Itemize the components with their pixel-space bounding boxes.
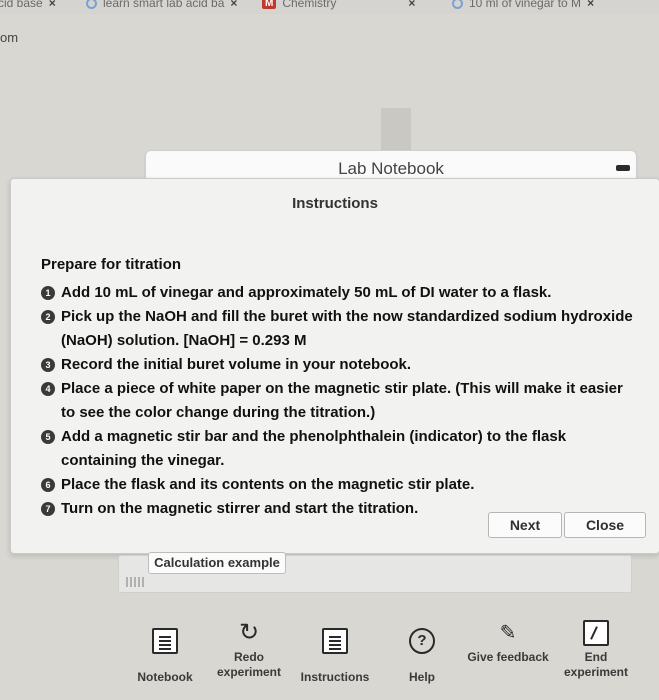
step-number-icon: 4 [41, 382, 55, 396]
close-icon[interactable]: × [49, 0, 56, 10]
tab-label: Chemistry [282, 0, 337, 10]
instructions-dialog: Instructions Prepare for titration 1 Add … [10, 178, 659, 554]
notebook-label: Notebook [137, 670, 193, 684]
step-text: Add 10 mL of vinegar and approximately 5… [61, 284, 552, 301]
step-text: Record the initial buret volume in your … [61, 356, 412, 373]
instructions-icon [322, 628, 348, 654]
notebook-button[interactable]: Notebook [120, 620, 210, 685]
google-icon [86, 0, 97, 9]
step-number-icon: 6 [41, 478, 55, 492]
lab-notebook-title: Lab Notebook [338, 159, 444, 178]
instruction-steps: 1 Add 10 mL of vinegar and approximately … [41, 281, 641, 521]
step-text: Pick up the NaOH and fill the buret with… [61, 308, 633, 349]
minimize-icon[interactable] [616, 165, 630, 171]
feedback-icon: ✎ [499, 622, 517, 644]
mcgraw-hill-icon: M [262, 0, 277, 9]
step-item: 1 Add 10 mL of vinegar and approximately … [41, 281, 641, 305]
close-icon[interactable]: × [230, 0, 237, 10]
end-experiment-button[interactable]: End experiment [552, 612, 640, 680]
browser-tab[interactable]: 10 ml of vinegar to M × [452, 0, 594, 12]
step-item: 3 Record the initial buret volume in your… [41, 353, 641, 377]
browser-tab[interactable]: learn smart lab acid ba × [86, 0, 237, 12]
step-number-icon: 1 [41, 286, 55, 300]
browser-tab[interactable]: M Chemistry × [262, 0, 415, 12]
give-feedback-button[interactable]: ✎ Give feedback [464, 612, 552, 665]
help-icon: ? [409, 628, 435, 654]
resize-handle[interactable] [126, 577, 144, 587]
step-item: 4 Place a piece of white paper on the mag… [41, 377, 641, 425]
step-text: Place the flask and its contents on the … [61, 476, 475, 493]
end-experiment-label: End experiment [563, 650, 629, 679]
step-item: 2 Pick up the NaOH and fill the buret wit… [41, 305, 641, 353]
address-bar-fragment[interactable]: om [0, 30, 18, 45]
browser-tab-bar: cid base × learn smart lab acid ba × M C… [0, 0, 659, 14]
section-heading: Prepare for titration [41, 256, 182, 273]
instructions-button[interactable]: Instructions [290, 620, 380, 685]
notebook-icon [152, 628, 178, 654]
dialog-title: Instructions [292, 195, 378, 212]
help-label: Help [408, 670, 435, 684]
redo-experiment-button[interactable]: ↻ Redo experiment [205, 612, 293, 680]
step-text: Turn on the magnetic stirrer and start t… [61, 500, 419, 517]
step-number-icon: 3 [41, 358, 55, 372]
step-text: Add a magnetic stir bar and the phenolph… [61, 428, 567, 469]
step-item: 6 Place the flask and its contents on the… [41, 473, 641, 497]
step-number-icon: 2 [41, 310, 55, 324]
bottom-toolbar: Notebook ↻ Redo experiment Instructions … [130, 612, 650, 692]
step-item: 7 Turn on the magnetic stirrer and start … [41, 497, 481, 521]
close-icon[interactable]: × [408, 0, 415, 10]
google-icon [452, 0, 463, 9]
tab-label: 10 ml of vinegar to M [469, 0, 582, 10]
instructions-label: Instructions [300, 670, 370, 684]
background-artifact [381, 108, 411, 152]
step-number-icon: 5 [41, 430, 55, 444]
close-button[interactable]: Close [564, 512, 646, 538]
close-icon[interactable]: × [587, 0, 594, 10]
step-item: 5 Add a magnetic stir bar and the phenolp… [41, 425, 641, 473]
redo-icon: ↻ [238, 619, 260, 646]
browser-tab[interactable]: cid base × [0, 0, 56, 12]
step-text: Place a piece of white paper on the magn… [61, 380, 623, 421]
help-button[interactable]: ? Help [380, 620, 464, 685]
next-button[interactable]: Next [488, 512, 562, 538]
calculation-example-tab[interactable]: Calculation example [148, 552, 286, 574]
step-number-icon: 7 [41, 502, 55, 516]
give-feedback-label: Give feedback [467, 650, 549, 664]
tab-label: learn smart lab acid ba [103, 0, 225, 10]
redo-experiment-label: Redo experiment [216, 650, 282, 679]
tab-label: cid base [0, 0, 43, 10]
end-experiment-icon [583, 620, 609, 646]
